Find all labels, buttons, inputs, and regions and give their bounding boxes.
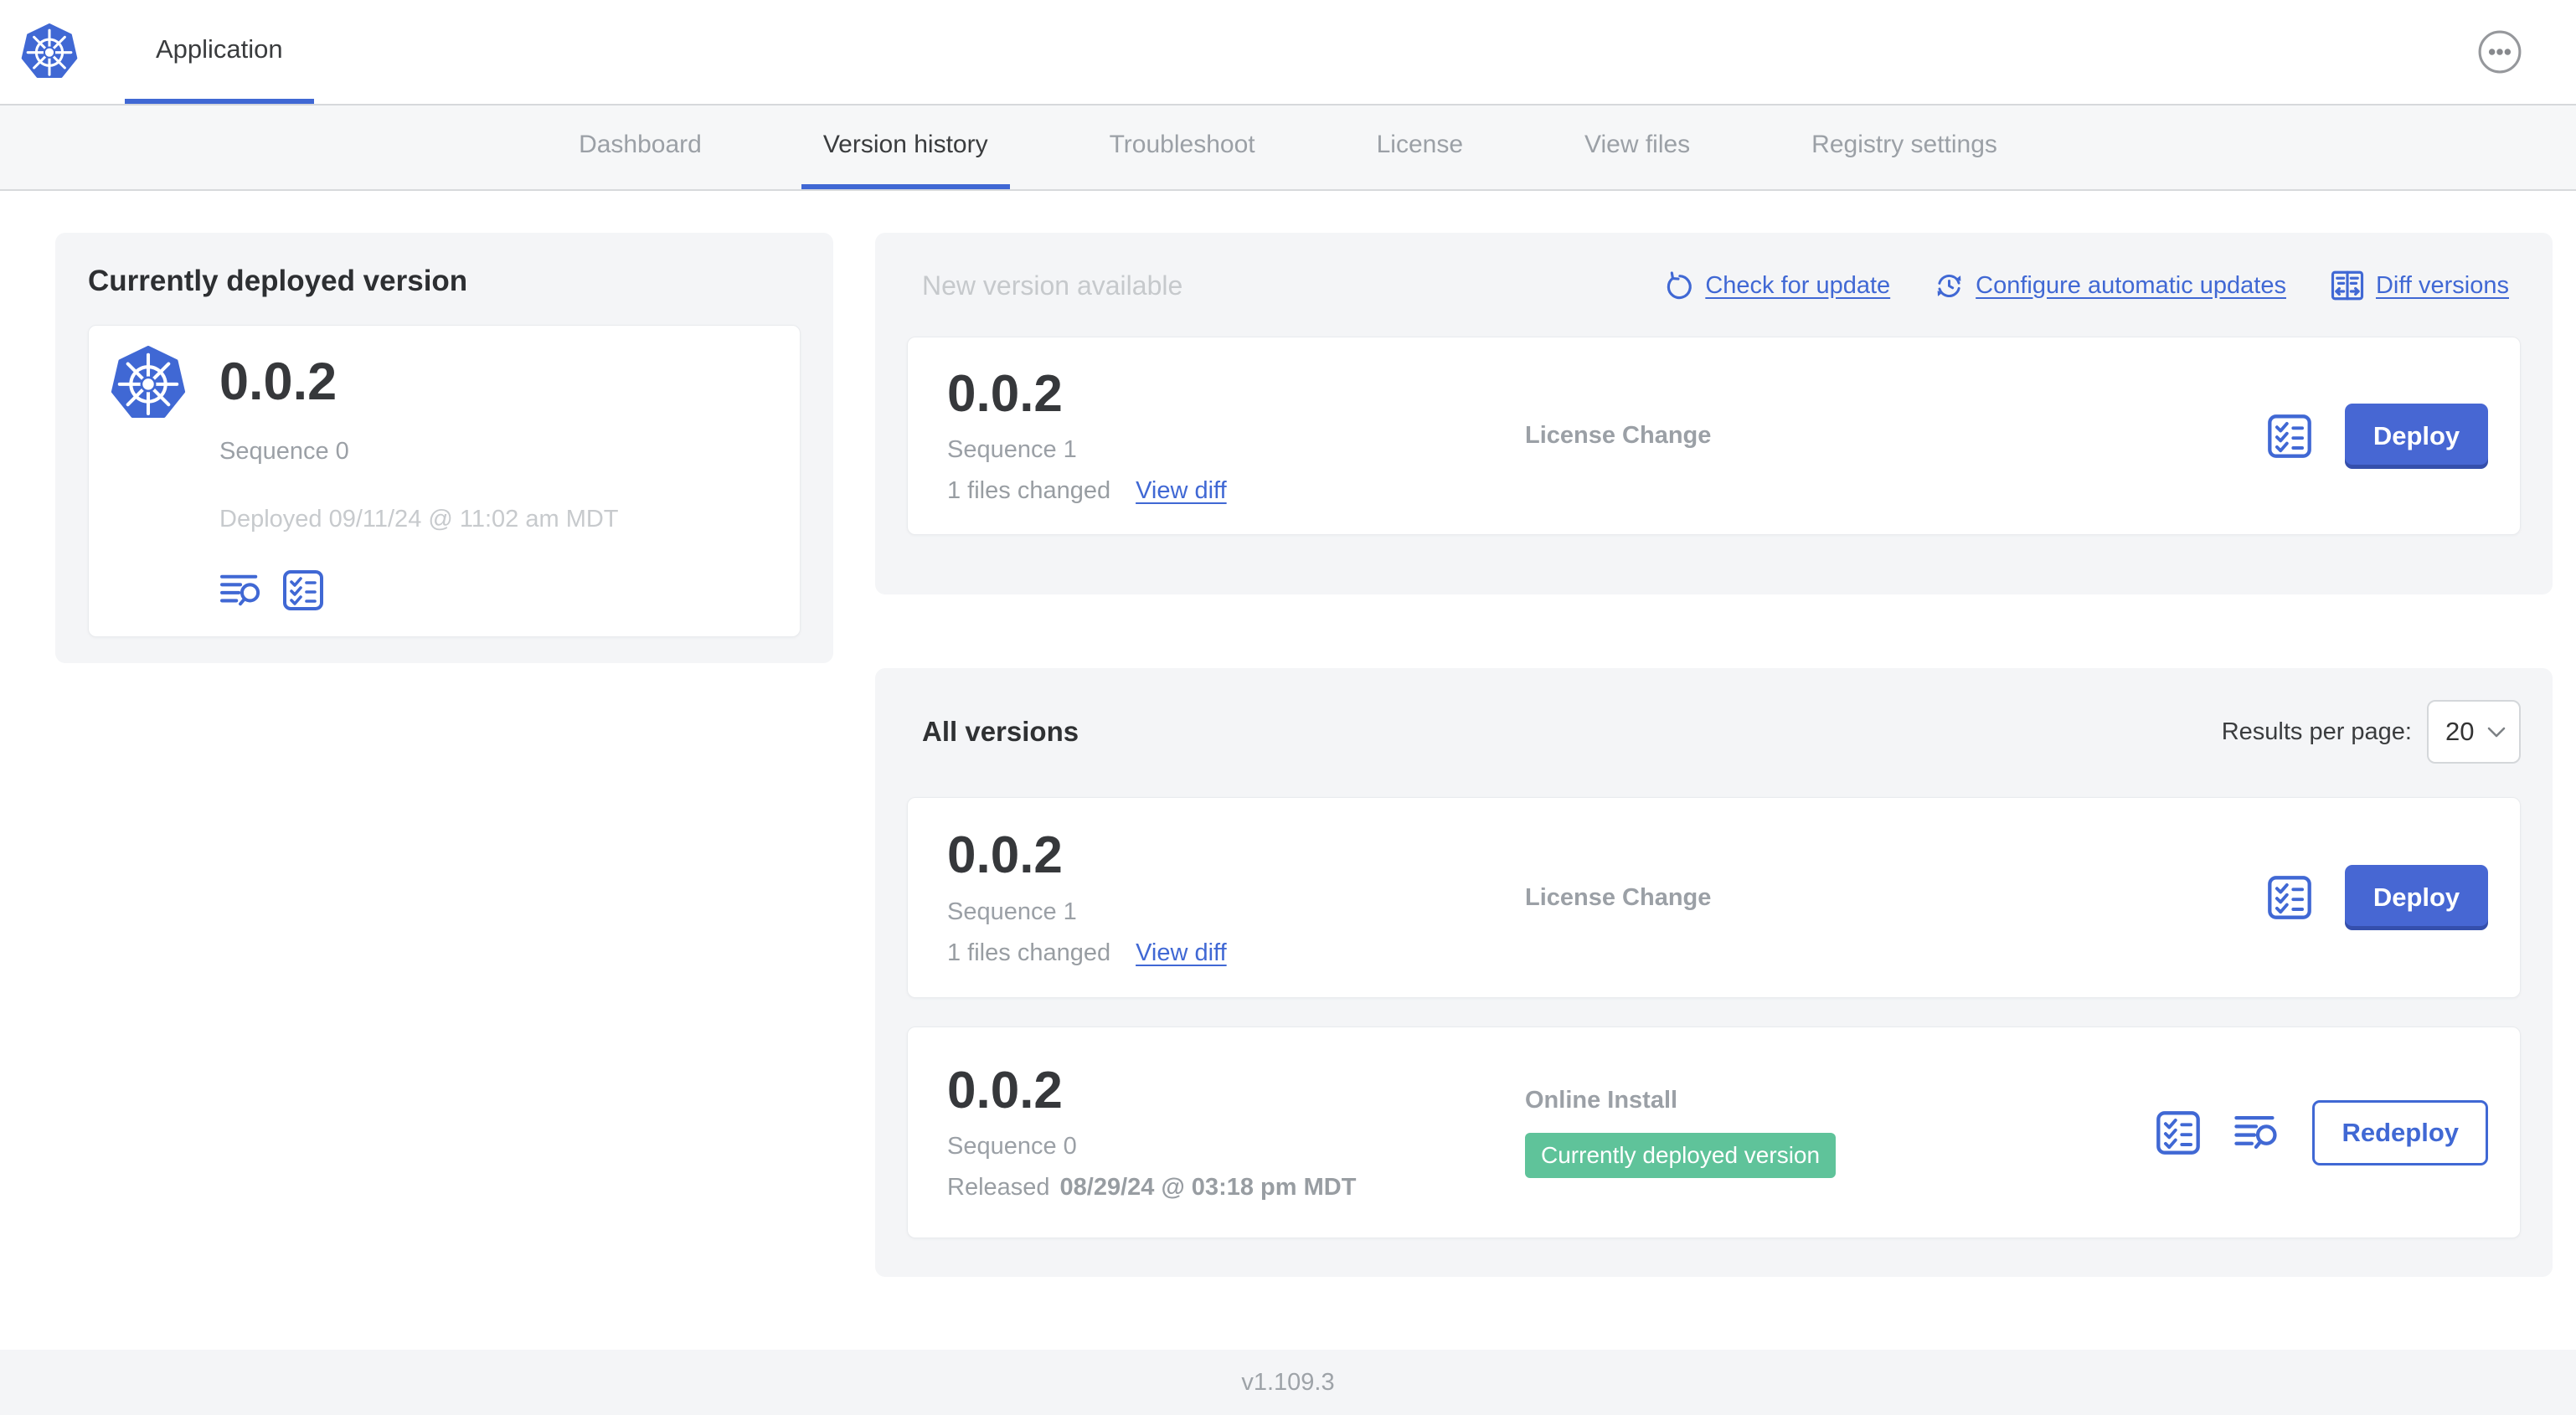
- currently-deployed-panel: Currently deployed version 0.0.2 Sequenc…: [55, 233, 833, 663]
- diff-versions-link[interactable]: Diff versions: [2330, 268, 2509, 303]
- version-sequence: Sequence 0: [947, 1133, 1077, 1160]
- new-version-card: 0.0.2 Sequence 1 1 files changed View di…: [907, 337, 2521, 535]
- view-diff-link[interactable]: View diff: [1136, 939, 1227, 967]
- configure-automatic-updates-link[interactable]: Configure automatic updates: [1934, 270, 2286, 301]
- currently-deployed-badge: Currently deployed version: [1525, 1133, 1837, 1178]
- results-per-page-select[interactable]: 20: [2427, 700, 2521, 764]
- checklist-icon: [2266, 413, 2313, 460]
- checklist-icon: [2266, 874, 2313, 921]
- version-number: 0.0.2: [947, 826, 1063, 885]
- section-nav: Dashboard Version history Troubleshoot L…: [0, 105, 2576, 191]
- ellipsis-icon: [2477, 29, 2522, 75]
- preflight-checks-button[interactable]: [2266, 874, 2313, 921]
- auto-update-clock-icon: [1934, 270, 1965, 301]
- results-per-page-label: Results per page:: [2221, 718, 2412, 745]
- app-tab[interactable]: Application: [125, 0, 314, 104]
- new-version-panel: New version available Check for update C…: [875, 233, 2553, 594]
- currently-deployed-title: Currently deployed version: [88, 265, 468, 297]
- tab-version-history[interactable]: Version history: [801, 105, 1010, 189]
- logs-icon: [219, 572, 263, 609]
- redeploy-button[interactable]: Redeploy: [2312, 1099, 2488, 1165]
- released-timestamp: Released 08/29/24 @ 03:18 pm MDT: [947, 1174, 1357, 1201]
- version-number: 0.0.2: [947, 1061, 1063, 1119]
- version-number: 0.0.2: [947, 364, 1063, 423]
- tab-troubleshoot[interactable]: Troubleshoot: [1088, 105, 1277, 189]
- results-per-page-value: 20: [2445, 717, 2475, 746]
- version-row: 0.0.2 Sequence 1 1 files changed View di…: [907, 797, 2521, 998]
- logs-icon: [2233, 1113, 2280, 1152]
- view-diff-link[interactable]: View diff: [1136, 477, 1227, 505]
- checklist-icon: [281, 569, 325, 612]
- release-source: License Change: [1525, 883, 1712, 911]
- files-changed: 1 files changed: [947, 939, 1111, 966]
- tab-view-files[interactable]: View files: [1563, 105, 1712, 189]
- view-logs-button[interactable]: [219, 572, 263, 609]
- console-version: v1.109.3: [1241, 1368, 1335, 1396]
- all-versions-title: All versions: [922, 716, 1079, 747]
- deploy-button[interactable]: Deploy: [2345, 865, 2488, 930]
- overflow-menu-button[interactable]: [2477, 29, 2522, 75]
- chevron-down-icon: [2487, 727, 2506, 738]
- footer: v1.109.3: [0, 1350, 2576, 1415]
- version-sequence: Sequence 1: [947, 898, 1077, 925]
- tab-registry-settings[interactable]: Registry settings: [1790, 105, 2019, 189]
- all-versions-panel: All versions Results per page: 20 0.0.2 …: [875, 668, 2553, 1277]
- deploy-button[interactable]: Deploy: [2345, 403, 2488, 469]
- refresh-icon: [1663, 270, 1694, 301]
- view-logs-button[interactable]: [2233, 1113, 2280, 1152]
- files-changed: 1 files changed: [947, 477, 1111, 505]
- preflight-checks-button[interactable]: [2266, 413, 2313, 460]
- app-kubernetes-logo-icon: [111, 346, 186, 421]
- preflight-checks-button[interactable]: [2155, 1109, 2202, 1156]
- app-tab-label: Application: [156, 34, 283, 64]
- checklist-icon: [2155, 1109, 2202, 1156]
- release-source: License Change: [1525, 422, 1712, 449]
- currently-deployed-card: 0.0.2 Sequence 0 Deployed 09/11/24 @ 11:…: [88, 325, 801, 637]
- deployed-version-number: 0.0.2: [219, 352, 337, 411]
- preflight-checks-button[interactable]: [281, 569, 325, 612]
- version-history-page: Application Dashboard Version history Tr…: [0, 0, 2576, 1415]
- kubernetes-logo-icon: [21, 23, 78, 80]
- tab-dashboard[interactable]: Dashboard: [557, 105, 724, 189]
- check-for-update-link[interactable]: Check for update: [1663, 270, 1890, 301]
- deployed-sequence: Sequence 0: [219, 438, 349, 466]
- tab-license[interactable]: License: [1355, 105, 1485, 189]
- version-sequence: Sequence 1: [947, 436, 1077, 464]
- release-source: Online Install: [1525, 1087, 1678, 1114]
- version-row: 0.0.2 Sequence 0 Released 08/29/24 @ 03:…: [907, 1027, 2521, 1238]
- deployed-timestamp: Deployed 09/11/24 @ 11:02 am MDT: [219, 506, 619, 533]
- top-bar: Application: [0, 0, 2576, 105]
- diff-icon: [2330, 268, 2365, 303]
- new-version-title: New version available: [922, 270, 1183, 301]
